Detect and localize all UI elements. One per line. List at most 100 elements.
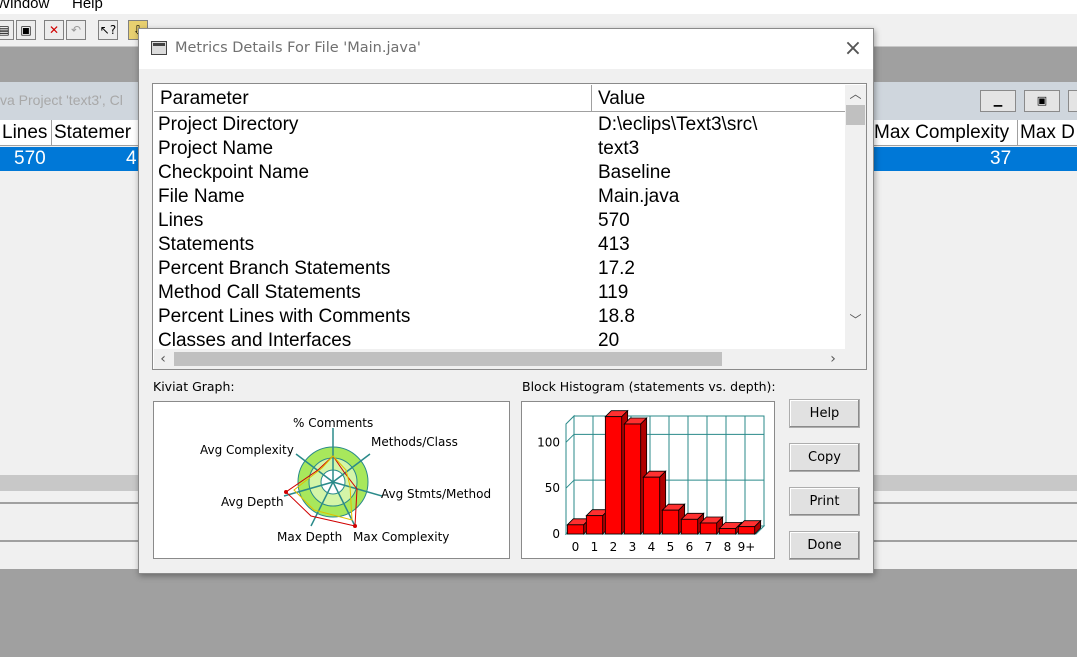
histogram-x-tick: 0 [572, 540, 580, 554]
column-header-max-depth[interactable]: Max D [1018, 120, 1077, 146]
parameter-cell: Project Directory [158, 114, 299, 135]
kiviat-axis-avg-depth: Avg Depth [221, 495, 284, 509]
kiviat-graph: % Comments Methods/Class Avg Stmts/Metho… [153, 401, 510, 559]
histogram-bar [604, 416, 623, 535]
kiviat-axis-methods-class: Methods/Class [371, 435, 458, 449]
dialog-titlebar[interactable]: Metrics Details For File 'Main.java' × [139, 29, 873, 69]
histogram-x-tick: 9+ [738, 540, 756, 554]
metrics-details-dialog: Metrics Details For File 'Main.java' × P… [138, 28, 874, 574]
metrics-rows: Project Directory D:\eclips\Text3\src\ Pro… [153, 113, 845, 349]
scroll-thumb[interactable] [846, 105, 865, 125]
parameter-cell: Lines [158, 210, 204, 231]
delete-icon[interactable]: ✕ [44, 20, 64, 40]
column-header-statements[interactable]: Statemer [52, 120, 142, 146]
kiviat-axis-max-depth: Max Depth [277, 530, 343, 544]
value-cell: Baseline [598, 162, 671, 183]
restore-icon[interactable]: ▣ [1024, 90, 1060, 112]
histogram-bar [718, 528, 737, 535]
value-cell: 20 [598, 330, 620, 349]
histogram-svg: 0 1 2 3 4 5 6 7 8 9+050100 [537, 409, 766, 554]
project-window-title: va Project 'text3', Cl [0, 92, 123, 108]
value-cell: 119 [598, 282, 629, 303]
help-button[interactable]: Help [789, 399, 860, 428]
table-row[interactable]: Project Directory D:\eclips\Text3\src\ [153, 113, 845, 137]
table-row[interactable]: Project Name text3 [153, 137, 845, 161]
table-row[interactable]: Method Call Statements 119 [153, 281, 845, 305]
done-button[interactable]: Done [789, 531, 860, 560]
cell-statements: 4 [126, 148, 137, 169]
scroll-left-icon[interactable]: ‹ [154, 349, 172, 369]
table-row[interactable]: Percent Branch Statements 17.2 [153, 257, 845, 281]
histogram-x-tick: 2 [610, 540, 618, 554]
table-row[interactable]: Checkpoint Name Baseline [153, 161, 845, 185]
parameter-cell: File Name [158, 186, 245, 207]
vertical-scrollbar[interactable]: ︿ ﹀ [845, 85, 866, 349]
histogram-x-tick: 5 [667, 540, 675, 554]
print-button[interactable]: Print [789, 487, 860, 516]
scroll-up-icon[interactable]: ︿ [845, 85, 866, 103]
kiviat-axis-comments: % Comments [293, 416, 374, 430]
close-icon[interactable]: × [839, 35, 867, 63]
menu-window[interactable]: Window [0, 0, 49, 12]
dialog-title: Metrics Details For File 'Main.java' [175, 40, 421, 56]
histogram-bar [699, 522, 718, 535]
kiviat-axis-avg-stmts-method: Avg Stmts/Method [381, 487, 492, 501]
histogram-x-tick: 3 [629, 540, 637, 554]
histogram-bar [661, 509, 680, 535]
histogram-bar [585, 515, 604, 535]
scroll-down-icon[interactable]: ﹀ [845, 311, 866, 329]
value-cell: 570 [598, 210, 630, 231]
histogram-x-tick: 7 [705, 540, 713, 554]
parameter-cell: Checkpoint Name [158, 162, 310, 183]
parameter-cell: Percent Lines with Comments [158, 306, 411, 327]
kiviat-point [353, 524, 357, 528]
histogram-side-wall [565, 414, 575, 536]
histogram-bar [623, 423, 642, 535]
print-icon[interactable]: ▤ [0, 20, 14, 40]
close-icon[interactable] [1068, 90, 1077, 112]
undo-icon[interactable]: ↶ [66, 20, 86, 40]
table-row[interactable]: Percent Lines with Comments 18.8 [153, 305, 845, 329]
kiviat-axis-max-complexity: Max Complexity [353, 530, 450, 544]
horizontal-scrollbar[interactable]: ‹ › [154, 349, 845, 369]
copy-button[interactable]: Copy [789, 443, 860, 472]
histogram-x-tick: 4 [648, 540, 656, 554]
cell-max-complexity: 37 [990, 148, 1012, 169]
parameter-cell: Statements [158, 234, 255, 255]
menu-bar: Window Help [0, 0, 1077, 14]
histogram-y-tick: 50 [545, 481, 560, 495]
histogram-bar [566, 524, 585, 535]
menu-help[interactable]: Help [72, 0, 103, 12]
histogram-x-tick: 8 [724, 540, 732, 554]
parameter-cell: Method Call Statements [158, 282, 361, 303]
scroll-right-icon[interactable]: › [824, 349, 842, 369]
minimize-icon[interactable]: ▁ [980, 90, 1016, 112]
table-row[interactable]: File Name Main.java [153, 185, 845, 209]
horizontal-scrollbar-right[interactable] [874, 475, 1077, 491]
kiviat-point [284, 490, 288, 494]
help-pointer-icon[interactable]: ↖? [98, 20, 118, 40]
kiviat-label: Kiviat Graph: [153, 379, 235, 394]
histogram-y-tick: 0 [552, 527, 560, 541]
scroll-thumb[interactable] [174, 352, 722, 366]
histogram-bar [737, 526, 756, 535]
table-row[interactable]: Classes and Interfaces 20 [153, 329, 845, 349]
value-cell: D:\eclips\Text3\src\ [598, 114, 758, 135]
block-histogram: 0 1 2 3 4 5 6 7 8 9+ 0 50 100 [521, 401, 775, 559]
scroll-corner [845, 349, 866, 369]
horizontal-scrollbar[interactable] [0, 475, 140, 491]
histogram-x-tick: 1 [591, 540, 599, 554]
histogram-bar [642, 476, 661, 535]
print-preview-icon[interactable]: ▣ [16, 20, 36, 40]
parameter-cell: Percent Branch Statements [158, 258, 391, 279]
table-row[interactable]: Lines 570 [153, 209, 845, 233]
parameter-cell: Classes and Interfaces [158, 330, 352, 349]
histogram-y-tick: 100 [537, 435, 560, 449]
column-header-lines[interactable]: Lines [0, 120, 52, 146]
column-header-value[interactable]: Value [592, 85, 845, 112]
table-row[interactable]: Statements 413 [153, 233, 845, 257]
kiviat-axis-avg-complexity: Avg Complexity [200, 443, 294, 457]
column-header-max-complexity[interactable]: Max Complexity [872, 120, 1018, 146]
value-cell: 17.2 [598, 258, 635, 279]
column-header-parameter[interactable]: Parameter [154, 85, 592, 112]
